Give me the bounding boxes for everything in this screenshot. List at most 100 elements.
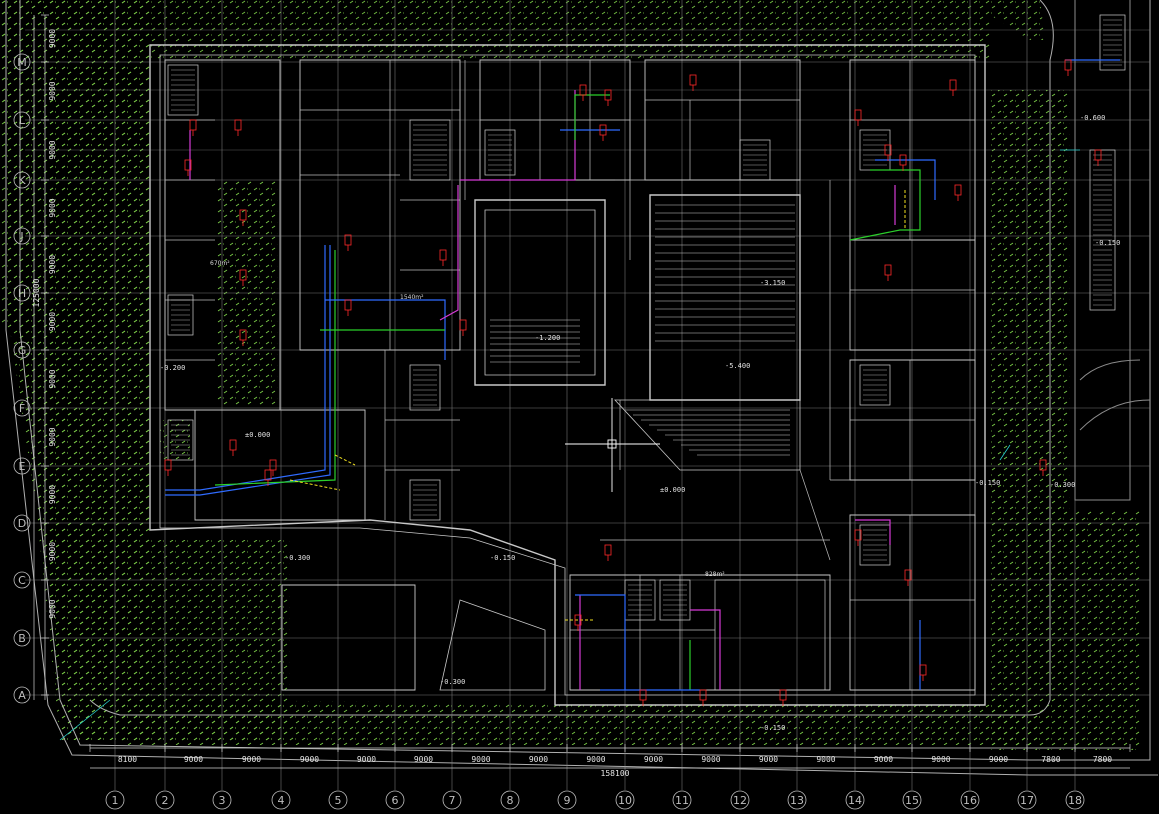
axis-label: 3: [219, 794, 226, 807]
axis-label: 16: [963, 794, 977, 807]
axis-label: 8: [507, 794, 514, 807]
red-tag: [344, 299, 352, 311]
red-tag: [884, 264, 892, 276]
dimension-text: 9000: [48, 542, 57, 561]
dimension-text: 7800: [1093, 755, 1112, 764]
axis-label: B: [18, 632, 26, 645]
stair-cores: [167, 14, 1126, 621]
axis-label: 5: [335, 794, 342, 807]
dimension-text: 9000: [48, 198, 57, 217]
axis-label: L: [19, 114, 26, 127]
red-tag: [604, 544, 612, 556]
red-tag: [689, 74, 697, 86]
red-tag: [189, 119, 197, 131]
axis-label: 18: [1068, 794, 1082, 807]
dimension-text: 9000: [48, 485, 57, 504]
dimension-text: 9000: [48, 599, 57, 618]
dimension-text: 9000: [48, 140, 57, 159]
auditorium-seating: [490, 204, 795, 456]
pipe-routing: [165, 59, 1120, 691]
dimension-text: 9000: [242, 755, 261, 764]
axis-label: 12: [733, 794, 747, 807]
axis-label: H: [18, 287, 26, 300]
axis-label: F: [19, 402, 25, 415]
red-tag: [854, 109, 862, 121]
dimension-text: 9000: [989, 755, 1008, 764]
elevation-label: -0.150: [760, 724, 785, 732]
dimension-text: 9000: [48, 312, 57, 331]
elevation-label: -0.300: [1050, 481, 1075, 489]
dimension-text: 9000: [529, 755, 548, 764]
stair-core: [409, 364, 441, 411]
axis-label: M: [17, 56, 27, 69]
stair-core: [484, 129, 516, 176]
pipe-dashed: [289, 190, 906, 621]
axis-label: 11: [675, 794, 689, 807]
total-dimension-text: 125000: [32, 278, 41, 307]
cad-drawing-viewport[interactable]: 670m² 1540m² 828m² -0.200 ±0.000 -0.150 ±0.000…: [0, 0, 1159, 814]
axis-label: 1: [112, 794, 119, 807]
dimension-text: 9000: [644, 755, 663, 764]
axis-label: D: [18, 517, 26, 530]
dimension-text: 9000: [586, 755, 605, 764]
partition-wall: [799, 469, 831, 561]
dimension-text: 9000: [874, 755, 893, 764]
axis-label: E: [19, 460, 26, 473]
dimension-text: 8100: [118, 755, 137, 764]
elevation-label: ±0.000: [245, 431, 270, 439]
dimension-text: 9000: [759, 755, 778, 764]
column-axis-bubbles: 1 2 3 4 5 6 7 8 9 10 11 12 13 14 15 16 17 18: [105, 790, 1085, 810]
cad-crosshair-cursor: [565, 398, 660, 492]
area-label: 670m²: [210, 260, 230, 267]
axis-label: 9: [564, 794, 571, 807]
area-label: 828m²: [705, 571, 725, 578]
dimension-text: 9000: [48, 369, 57, 388]
dimension-text: 9000: [414, 755, 433, 764]
dimension-text: 9000: [184, 755, 203, 764]
elevation-label: ±0.000: [660, 486, 685, 494]
dimension-text: 7800: [1041, 755, 1060, 764]
dimension-text: 9000: [48, 29, 57, 48]
dimension-text: 9000: [48, 81, 57, 100]
area-label: 1540m²: [400, 294, 424, 301]
red-tag: [954, 184, 962, 196]
axis-label: 15: [905, 794, 919, 807]
axis-label: 2: [162, 794, 169, 807]
red-tag: [949, 79, 957, 91]
axis-label: 4: [278, 794, 285, 807]
elevation-label: -0.150: [490, 554, 515, 562]
axis-label: 6: [392, 794, 399, 807]
dimension-text: 9000: [701, 755, 720, 764]
annotation-tags: [164, 59, 1102, 706]
axis-label: J: [19, 230, 23, 243]
axis-label: G: [18, 344, 27, 357]
dimension-text: 9000: [931, 755, 950, 764]
total-dimension-text: 158100: [601, 769, 630, 778]
red-tag: [439, 249, 447, 261]
elevation-label: -0.600: [1080, 114, 1105, 122]
axis-label: 17: [1020, 794, 1034, 807]
axis-label: C: [18, 574, 26, 587]
elevation-label: -0.200: [160, 364, 185, 372]
red-tag: [269, 459, 277, 471]
red-tag: [229, 439, 237, 451]
elevation-label: -0.150: [975, 479, 1000, 487]
dimension-text: 9000: [48, 255, 57, 274]
axis-label: 7: [449, 794, 456, 807]
axis-label: 13: [790, 794, 804, 807]
elevation-label: -0.300: [285, 554, 310, 562]
dimension-text: 9000: [471, 755, 490, 764]
dimension-text: 9000: [300, 755, 319, 764]
red-tag: [919, 664, 927, 676]
elevation-label: -3.150: [760, 279, 785, 287]
dimension-text: 9000: [816, 755, 835, 764]
axis-label: 14: [848, 794, 862, 807]
red-tag: [164, 459, 172, 471]
elevation-label: -1.200: [535, 334, 560, 342]
axis-label: K: [18, 174, 26, 187]
elevation-label: -0.300: [440, 678, 465, 686]
red-tag: [1064, 59, 1072, 71]
floor-plan-drawing: 670m² 1540m² 828m² -0.200 ±0.000 -0.150 ±0.000…: [0, 0, 1158, 810]
dimension-text: 9000: [357, 755, 376, 764]
red-tag: [344, 234, 352, 246]
